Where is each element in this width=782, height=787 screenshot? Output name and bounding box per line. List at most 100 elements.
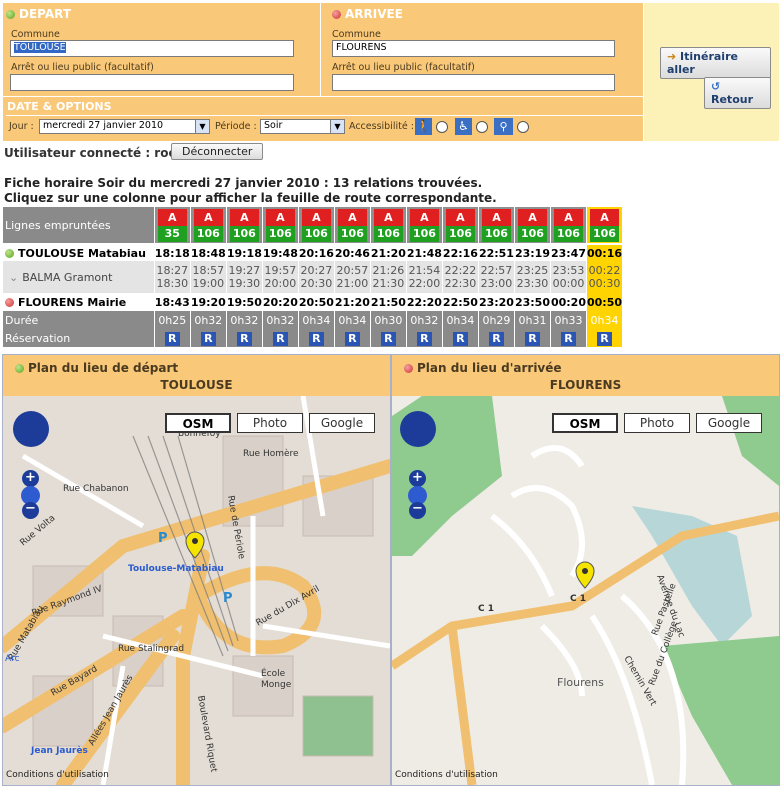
- zoom-out-icon[interactable]: −: [22, 502, 39, 519]
- line-column-header[interactable]: A 106: [514, 207, 551, 244]
- duration[interactable]: 0h30: [370, 311, 407, 329]
- arrival-time[interactable]: 23:20: [478, 293, 515, 311]
- map-right-osm-button[interactable]: OSM: [552, 413, 618, 433]
- reservation[interactable]: R: [442, 329, 479, 347]
- departure-time[interactable]: 18:48: [190, 244, 227, 261]
- line-column-header[interactable]: A 106: [226, 207, 263, 244]
- arrival-time[interactable]: 20:50: [298, 293, 335, 311]
- departure-time[interactable]: 21:48: [406, 244, 443, 261]
- pedestrian-radio[interactable]: [436, 121, 448, 133]
- line-column-header[interactable]: A 106: [190, 207, 227, 244]
- departure-time[interactable]: 20:16: [298, 244, 335, 261]
- departure-time[interactable]: 19:48: [262, 244, 299, 261]
- map-depart-canvas[interactable]: Rue Chabanon Rue Volta Rue Matabiau Rue …: [3, 396, 390, 785]
- bicycle-radio[interactable]: [517, 121, 529, 133]
- map-left-copyright[interactable]: Conditions d'utilisation: [6, 770, 109, 780]
- reservation[interactable]: R: [550, 329, 587, 347]
- arrival-time[interactable]: 18:43: [154, 293, 191, 311]
- intermediate-time[interactable]: 23:25 23:30: [514, 261, 551, 293]
- duration[interactable]: 0h34: [334, 311, 371, 329]
- arrivee-lieu-input[interactable]: [332, 74, 615, 91]
- intermediate-time[interactable]: 21:54 22:00: [406, 261, 443, 293]
- reservation[interactable]: R: [190, 329, 227, 347]
- departure-time[interactable]: 22:16: [442, 244, 479, 261]
- duration[interactable]: 0h32: [226, 311, 263, 329]
- duration[interactable]: 0h32: [406, 311, 443, 329]
- intermediate-time[interactable]: 18:57 19:00: [190, 261, 227, 293]
- intermediate-time[interactable]: 23:53 00:00: [550, 261, 587, 293]
- line-column-header[interactable]: A 106: [370, 207, 407, 244]
- departure-time[interactable]: 22:51: [478, 244, 515, 261]
- map-left-photo-button[interactable]: Photo: [237, 413, 303, 433]
- line-column-header[interactable]: A 106: [550, 207, 587, 244]
- intermediate-time[interactable]: 20:27 20:30: [298, 261, 335, 293]
- intermediate-time[interactable]: 19:57 20:00: [262, 261, 299, 293]
- depart-lieu-input[interactable]: [10, 74, 294, 91]
- reservation[interactable]: R: [298, 329, 335, 347]
- line-column-header[interactable]: A 106: [262, 207, 299, 244]
- zoom-in-icon[interactable]: +: [22, 470, 39, 487]
- intermediate-time[interactable]: 18:27 18:30: [154, 261, 191, 293]
- departure-time[interactable]: 21:20: [370, 244, 407, 261]
- logout-button[interactable]: Déconnecter: [171, 143, 264, 160]
- arrival-time[interactable]: 19:20: [190, 293, 227, 311]
- arrival-time[interactable]: 21:20: [334, 293, 371, 311]
- map-left-google-button[interactable]: Google: [309, 413, 375, 433]
- duration[interactable]: 0h32: [190, 311, 227, 329]
- arrival-time[interactable]: 19:50: [226, 293, 263, 311]
- duration[interactable]: 0h32: [262, 311, 299, 329]
- jour-select[interactable]: mercredi 27 janvier 2010 ▼: [39, 119, 210, 134]
- intermediate-time[interactable]: 00:22 00:30: [586, 261, 624, 293]
- arrival-time[interactable]: 20:20: [262, 293, 299, 311]
- map-arrivee-canvas[interactable]: C 1 C 1 Avenue du Lac Rue Pastelle Chemi…: [392, 396, 779, 785]
- duration[interactable]: 0h33: [550, 311, 587, 329]
- reservation[interactable]: R: [154, 329, 191, 347]
- arrival-time[interactable]: 21:50: [370, 293, 407, 311]
- intermediate-time[interactable]: 22:22 22:30: [442, 261, 479, 293]
- departure-time[interactable]: 23:47: [550, 244, 587, 261]
- arrival-time[interactable]: 00:20: [550, 293, 587, 311]
- reservation[interactable]: R: [262, 329, 299, 347]
- zoom-out-icon[interactable]: −: [409, 502, 426, 519]
- retour-button[interactable]: ↺ Retour: [704, 77, 771, 109]
- map-right-copyright[interactable]: Conditions d'utilisation: [395, 770, 498, 780]
- map-right-photo-button[interactable]: Photo: [624, 413, 690, 433]
- duration[interactable]: 0h31: [514, 311, 551, 329]
- depart-commune-input[interactable]: TOULOUSE: [10, 40, 294, 57]
- reservation[interactable]: R: [478, 329, 515, 347]
- duration[interactable]: 0h25: [154, 311, 191, 329]
- reservation[interactable]: R: [514, 329, 551, 347]
- intermediate-time[interactable]: 20:57 21:00: [334, 261, 371, 293]
- arrival-time[interactable]: 22:20: [406, 293, 443, 311]
- reservation[interactable]: R: [370, 329, 407, 347]
- arrivee-commune-input[interactable]: FLOURENS: [332, 40, 615, 57]
- line-column-header[interactable]: A 106: [442, 207, 479, 244]
- reservation[interactable]: R: [226, 329, 263, 347]
- duration[interactable]: 0h34: [298, 311, 335, 329]
- line-column-header[interactable]: A 106: [298, 207, 335, 244]
- departure-time[interactable]: 19:18: [226, 244, 263, 261]
- zoom-in-icon[interactable]: +: [409, 470, 426, 487]
- intermediate-time[interactable]: 21:26 21:30: [370, 261, 407, 293]
- line-column-header[interactable]: A 106: [478, 207, 515, 244]
- departure-time[interactable]: 18:18: [154, 244, 191, 261]
- wheelchair-radio[interactable]: [476, 121, 488, 133]
- itineraire-aller-button[interactable]: ➜ Itinéraire aller: [660, 47, 771, 79]
- reservation[interactable]: R: [334, 329, 371, 347]
- periode-select[interactable]: Soir ▼: [260, 119, 345, 134]
- line-column-header[interactable]: A 35: [154, 207, 191, 244]
- duration[interactable]: 0h29: [478, 311, 515, 329]
- arrival-time[interactable]: 22:50: [442, 293, 479, 311]
- reservation[interactable]: R: [406, 329, 443, 347]
- pan-control-icon[interactable]: [13, 411, 49, 447]
- map-left-osm-button[interactable]: OSM: [165, 413, 231, 433]
- duration[interactable]: 0h34: [586, 311, 624, 329]
- pan-control-icon[interactable]: [400, 411, 436, 447]
- departure-time[interactable]: 00:16: [586, 244, 624, 261]
- map-right-google-button[interactable]: Google: [696, 413, 762, 433]
- reservation[interactable]: R: [586, 329, 624, 347]
- line-column-header[interactable]: A 106: [586, 207, 624, 244]
- intermediate-time[interactable]: 19:27 19:30: [226, 261, 263, 293]
- intermediate-time[interactable]: 22:57 23:00: [478, 261, 515, 293]
- duration[interactable]: 0h34: [442, 311, 479, 329]
